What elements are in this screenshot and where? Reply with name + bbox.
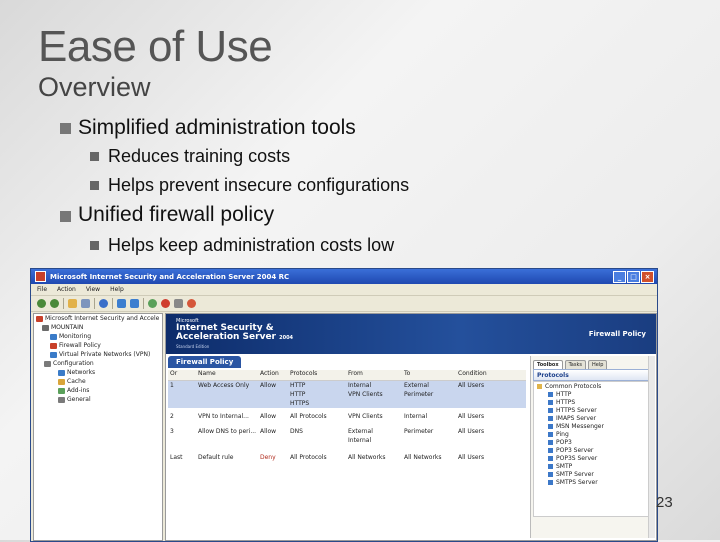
- menu-action[interactable]: Action: [57, 286, 76, 293]
- move-up-icon[interactable]: [117, 299, 126, 308]
- list-item[interactable]: HTTPS: [534, 398, 652, 406]
- list-item[interactable]: POP3S Server: [534, 454, 652, 462]
- list-item[interactable]: POP3: [534, 438, 652, 446]
- bullet-square-icon: [60, 123, 71, 134]
- table-row[interactable]: 2 VPN to Internal... Allow All Protocols VPN…: [168, 412, 526, 421]
- slide-subtitle: Overview: [38, 72, 151, 102]
- menu-bar: File Action View Help: [31, 284, 657, 296]
- back-icon[interactable]: [37, 299, 46, 308]
- tree-item-firewall-policy[interactable]: Firewall Policy: [34, 341, 162, 350]
- firewall-policy-panel: Firewall Policy Or Name Action Protocols…: [168, 356, 526, 538]
- list-item[interactable]: MSN Messenger: [534, 422, 652, 430]
- bullet-square-icon: [90, 181, 99, 190]
- app-icon: [35, 271, 46, 282]
- tab-help[interactable]: Help: [587, 360, 608, 369]
- col-action[interactable]: Action: [258, 370, 288, 380]
- maximize-button[interactable]: □: [627, 270, 640, 283]
- slide-title: Ease of Use: [38, 22, 273, 71]
- banner-section: Firewall Policy: [588, 330, 646, 338]
- protocols-header[interactable]: Protocols: [533, 369, 653, 381]
- bullet-square-icon: [60, 211, 71, 222]
- properties-icon[interactable]: [174, 299, 183, 308]
- up-folder-icon[interactable]: [68, 299, 77, 308]
- toolbar: [31, 296, 657, 312]
- move-down-icon[interactable]: [130, 299, 139, 308]
- tree-item-vpn[interactable]: Virtual Private Networks (VPN): [34, 350, 162, 359]
- bullet-unified-policy: Unified firewall policy: [78, 203, 275, 226]
- bullet-square-icon: [90, 152, 99, 161]
- list-item[interactable]: Common Protocols: [534, 382, 652, 390]
- minimize-button[interactable]: _: [613, 270, 626, 283]
- tree-item-monitoring[interactable]: Monitoring: [34, 332, 162, 341]
- list-item[interactable]: SMTP Server: [534, 470, 652, 478]
- window-titlebar[interactable]: Microsoft Internet Security and Accelera…: [31, 269, 657, 284]
- isa-console-window: Microsoft Internet Security and Accelera…: [30, 268, 658, 542]
- tab-tasks[interactable]: Tasks: [564, 360, 586, 369]
- table-row[interactable]: Last Default rule Deny All Protocols All Net…: [168, 453, 526, 462]
- tree-item-cache[interactable]: Cache: [34, 377, 162, 386]
- col-name[interactable]: Name: [196, 370, 258, 380]
- tree-item-networks[interactable]: Networks: [34, 368, 162, 377]
- list-item[interactable]: HTTP: [534, 390, 652, 398]
- show-hide-tree-icon[interactable]: [81, 299, 90, 308]
- tree-item-root[interactable]: Microsoft Internet Security and Accele: [34, 314, 162, 323]
- tree-item-configuration[interactable]: Configuration: [34, 359, 162, 368]
- col-to[interactable]: To: [402, 370, 456, 380]
- protocols-list: Common Protocols HTTP HTTPS HTTPS Server…: [533, 356, 655, 538]
- col-from[interactable]: From: [346, 370, 402, 380]
- banner-product: Internet Security & Acceleration Server 2…: [176, 323, 294, 342]
- sub-bullet-insecure: Helps prevent insecure configurations: [108, 175, 410, 195]
- forward-icon[interactable]: [50, 299, 59, 308]
- toolbox-scrollbar[interactable]: [648, 356, 655, 538]
- table-row[interactable]: 1 Web Access Only Allow HTTP Internal Externa…: [168, 381, 526, 390]
- list-item[interactable]: HTTPS Server: [534, 406, 652, 414]
- menu-file[interactable]: File: [37, 286, 47, 293]
- bullet-square-icon: [90, 241, 99, 250]
- close-button[interactable]: ×: [641, 270, 654, 283]
- bullet-simplified-admin: Simplified administration tools: [78, 116, 356, 139]
- table-row[interactable]: 3 Allow DNS to peri... Allow DNS External Per…: [168, 427, 526, 436]
- list-item[interactable]: SMTPS Server: [534, 478, 652, 486]
- tree-item-addins[interactable]: Add-ins: [34, 386, 162, 395]
- table-row[interactable]: HTTPS: [168, 399, 526, 408]
- tree-item-server[interactable]: MOUNTAIN: [34, 323, 162, 332]
- list-item[interactable]: SMTP: [534, 462, 652, 470]
- slide-number: 23: [656, 494, 673, 511]
- tree-item-general[interactable]: General: [34, 395, 162, 404]
- list-item[interactable]: Ping: [534, 430, 652, 438]
- col-protocols[interactable]: Protocols: [288, 370, 346, 380]
- menu-view[interactable]: View: [86, 286, 100, 293]
- tab-toolbox[interactable]: Toolbox: [533, 360, 563, 369]
- table-row[interactable]: HTTP VPN Clients Perimeter: [168, 390, 526, 399]
- isa-banner: Microsoft Internet Security & Acceleratio…: [166, 314, 656, 354]
- sub-bullet-admin-costs: Helps keep administration costs low: [108, 235, 395, 255]
- tab-firewall-policy[interactable]: Firewall Policy: [168, 356, 242, 368]
- toolbox-panel: Toolbox Tasks Help Protocols Common Prot…: [530, 356, 655, 538]
- window-title: Microsoft Internet Security and Accelera…: [50, 272, 290, 281]
- menu-help[interactable]: Help: [110, 286, 124, 293]
- new-rule-icon[interactable]: [148, 299, 157, 308]
- sub-bullet-training: Reduces training costs: [108, 146, 291, 166]
- deny-rule-icon[interactable]: [161, 299, 170, 308]
- list-item[interactable]: POP3 Server: [534, 446, 652, 454]
- details-pane: Microsoft Internet Security & Acceleratio…: [165, 313, 657, 541]
- table-row[interactable]: Internal: [168, 436, 526, 445]
- col-condition[interactable]: Condition: [456, 370, 518, 380]
- list-item[interactable]: IMAPS Server: [534, 414, 652, 422]
- banner-edition: Standard Edition: [176, 344, 210, 349]
- help-icon[interactable]: [99, 299, 108, 308]
- col-order[interactable]: Or: [168, 370, 196, 380]
- rules-header: Or Name Action Protocols From To Conditi…: [168, 370, 526, 381]
- refresh-icon[interactable]: [187, 299, 196, 308]
- console-tree: Microsoft Internet Security and Accele M…: [33, 313, 163, 541]
